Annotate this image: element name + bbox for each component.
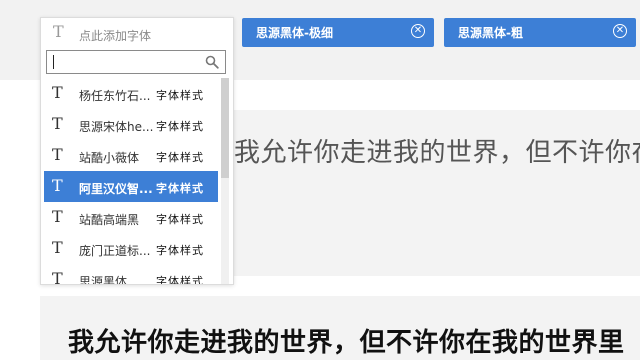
- font-list[interactable]: T 杨任东竹石... 字体样式 T 思源宋体he... 字体样式 T 站酷小薇体…: [44, 78, 218, 285]
- font-T-icon: T: [52, 176, 63, 195]
- font-T-icon: T: [52, 145, 63, 164]
- close-icon[interactable]: ✕: [411, 24, 425, 38]
- font-list-item[interactable]: T 思源宋体he... 字体样式: [44, 109, 218, 140]
- selected-font-chip[interactable]: 思源黑体-粗 ✕: [444, 18, 636, 47]
- selected-font-chip[interactable]: 思源黑体-极细 ✕: [242, 18, 434, 47]
- scrollbar-thumb[interactable]: [221, 78, 229, 178]
- font-picker-dropdown[interactable]: T 点此添加字体 T 杨任东竹石... 字体样式 T 思源宋体he... 字体样…: [40, 17, 234, 285]
- font-sample: 字体样式: [156, 120, 204, 133]
- add-font-placeholder: 点此添加字体: [79, 29, 152, 43]
- preview-text: 我允许你走进我的世界，但不许你在我的世界里: [68, 328, 625, 358]
- font-list-item[interactable]: T 庞门正道标... 字体样式: [44, 233, 218, 264]
- font-search-input[interactable]: [46, 50, 226, 74]
- font-name: 阿里汉仪智...: [79, 182, 153, 196]
- chip-label: 思源黑体-极细: [256, 26, 333, 40]
- font-sample: 字体样式: [156, 244, 204, 257]
- font-T-icon: T: [52, 114, 63, 133]
- font-name: 思源宋体he...: [79, 120, 154, 134]
- close-icon[interactable]: ✕: [613, 24, 627, 38]
- font-T-icon: T: [52, 269, 63, 285]
- font-name: 思源黑体...: [79, 275, 139, 285]
- search-icon: [205, 55, 219, 69]
- font-list-scrollbar[interactable]: [221, 78, 229, 284]
- font-list-item[interactable]: T 杨任东竹石... 字体样式: [44, 78, 218, 109]
- font-sample: 字体样式: [156, 89, 204, 102]
- text-caret: [53, 55, 54, 69]
- font-name: 庞门正道标...: [79, 244, 151, 258]
- font-T-icon: T: [53, 22, 64, 41]
- font-name: 杨任东竹石...: [79, 89, 151, 103]
- font-list-item[interactable]: T 思源黑体... 字体样式: [44, 264, 218, 285]
- font-list-item-selected[interactable]: T 阿里汉仪智... 字体样式: [44, 171, 218, 202]
- font-list-item[interactable]: T 站酷高端黑 字体样式: [44, 202, 218, 233]
- font-T-icon: T: [52, 207, 63, 226]
- font-name: 站酷高端黑: [79, 213, 140, 227]
- font-preview-bold: 我允许你走进我的世界，但不许你在我的世界里: [40, 296, 640, 360]
- chip-label: 思源黑体-粗: [458, 26, 523, 40]
- font-sample: 字体样式: [156, 213, 204, 226]
- font-sample: 字体样式: [156, 182, 204, 195]
- font-list-item[interactable]: T 站酷小薇体 字体样式: [44, 140, 218, 171]
- font-T-icon: T: [52, 83, 63, 102]
- font-picker-header[interactable]: T 点此添加字体: [41, 18, 231, 48]
- font-name: 站酷小薇体: [79, 151, 140, 165]
- font-sample: 字体样式: [156, 275, 204, 285]
- preview-text: 我允许你走进我的世界，但不许你在我的世界里: [234, 138, 640, 168]
- font-sample: 字体样式: [156, 151, 204, 164]
- font-T-icon: T: [52, 238, 63, 257]
